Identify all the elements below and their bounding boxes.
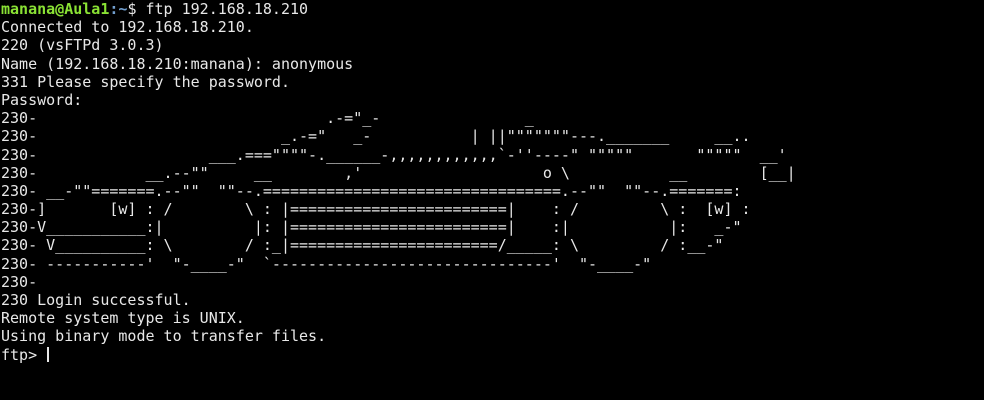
banner-line: 230- __-""=======.--"" ""--.============…: [1, 181, 742, 200]
output-line: Name (192.168.18.210:manana): anonymous: [1, 54, 354, 73]
prompt-symbol: $: [127, 0, 146, 18]
output-line: Connected to 192.168.18.210.: [1, 18, 254, 37]
banner-line: 230- __.--"" __ ,' o \ __ [__|: [1, 163, 796, 182]
text-cursor: [47, 346, 50, 362]
prompt-user: manana@Aula1: [1, 0, 110, 18]
banner-line: 230- -----------' "-____-" `------------…: [1, 254, 652, 273]
shell-command: ftp 192.168.18.210: [145, 0, 309, 18]
terminal-window[interactable]: manana@Aula1:~$ ftp 192.168.18.210 Conne…: [0, 0, 984, 400]
ftp-input-line[interactable]: ftp>: [1, 346, 984, 364]
output-line: 220 (vsFTPd 3.0.3): [1, 36, 164, 55]
banner-line: 230- ___.===""""-.______-,,,,,,,,,,,,`-'…: [1, 145, 787, 164]
output-line: Password:: [1, 90, 83, 109]
prompt-path: :~: [109, 0, 128, 18]
banner-line: 230-V___________:| |: |=================…: [1, 218, 742, 237]
banner-line: 230- _.-=" _- | ||"""""""---._______ __.…: [1, 127, 751, 146]
output-line: 331 Please specify the password.: [1, 72, 290, 91]
banner-line: 230-: [1, 272, 38, 291]
output-line: Using binary mode to transfer files.: [1, 327, 327, 346]
banner-line: 230- V__________: \ / :_|===============…: [1, 236, 724, 255]
ftp-prompt: ftp>: [1, 345, 47, 364]
banner-line: 230-] [w] : / \ : |=====================…: [1, 200, 751, 219]
banner-line: 230- .-="_- _: [1, 109, 534, 128]
output-line: 230 Login successful.: [1, 291, 191, 309]
output-line: Remote system type is UNIX.: [1, 309, 245, 328]
shell-command-line: manana@Aula1:~$ ftp 192.168.18.210: [1, 0, 984, 18]
